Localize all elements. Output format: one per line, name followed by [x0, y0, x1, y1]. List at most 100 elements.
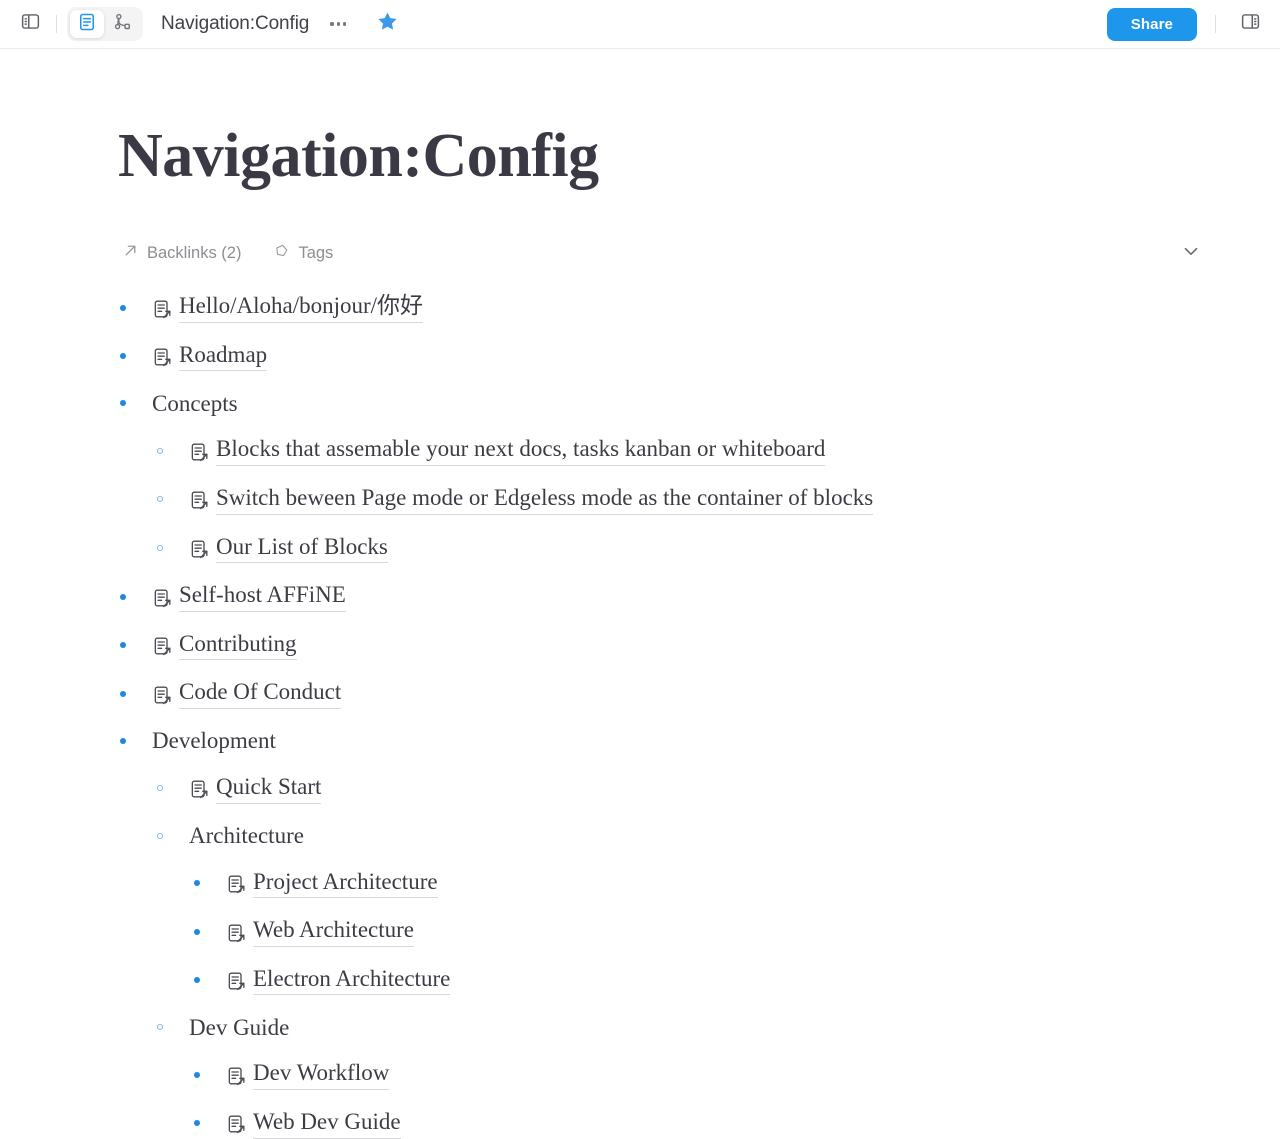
list-bullet	[194, 977, 216, 984]
outline-item-label: Architecture	[189, 822, 304, 848]
doc-reference-label: Quick Start	[216, 773, 322, 804]
doc-reference-label: Our List of Blocks	[216, 533, 388, 564]
outline-item-content: Contributing	[142, 630, 297, 661]
linked-doc-icon	[152, 299, 172, 319]
app-header: Navigation:Config Share	[0, 0, 1280, 49]
doc-reference-link[interactable]: Electron Architecture	[216, 965, 451, 996]
doc-reference-link[interactable]: Our List of Blocks	[179, 533, 388, 564]
outline-item-content: Electron Architecture	[216, 965, 451, 996]
bullet-dot-icon	[120, 690, 126, 697]
linked-doc-icon	[189, 490, 209, 510]
outline-item: Dev Guide	[120, 1013, 1280, 1041]
outline-item-content: Code Of Conduct	[142, 678, 342, 710]
doc-reference-link[interactable]: Code Of Conduct	[142, 678, 342, 710]
list-bullet	[120, 738, 142, 745]
tags-button[interactable]: Tags	[273, 242, 333, 264]
outline-item-content: Hello/Aloha/bonjour/你好	[142, 292, 424, 323]
outline-item-content: Dev Workflow	[216, 1059, 390, 1091]
doc-reference-link[interactable]: Roadmap	[142, 341, 268, 372]
doc-reference-label: Self-host AFFiNE	[179, 581, 346, 612]
left-panel-icon	[20, 11, 41, 37]
bullet-dot-icon	[194, 977, 200, 984]
page-mode-icon	[77, 12, 97, 37]
doc-reference-link[interactable]: Self-host AFFiNE	[142, 581, 346, 612]
outline-item: Concepts	[120, 389, 1280, 417]
doc-reference-link[interactable]: Blocks that assemable your next docs, ta…	[179, 435, 826, 467]
doc-reference-link[interactable]: Web Architecture	[216, 916, 414, 947]
outline-item-label: Development	[152, 728, 276, 754]
meta-collapse-button[interactable]	[1180, 240, 1202, 267]
doc-reference-label: Hello/Aloha/bonjour/你好	[179, 292, 424, 323]
left-sidebar-toggle-button[interactable]	[14, 8, 46, 40]
outline-item: Our List of Blocks	[120, 533, 1280, 564]
list-bullet	[157, 785, 179, 792]
linked-doc-icon	[226, 923, 246, 943]
linked-doc-icon	[152, 685, 172, 705]
outline-item-content: Self-host AFFiNE	[142, 581, 346, 612]
bullet-dot-icon	[120, 593, 126, 600]
doc-reference-link[interactable]: Quick Start	[179, 773, 322, 804]
bullet-circle-icon	[157, 496, 163, 503]
outline-item-content: Concepts	[142, 390, 238, 418]
outline-item: Contributing	[120, 630, 1280, 661]
doc-reference-link[interactable]: Switch beween Page mode or Edgeless mode…	[179, 484, 874, 515]
doc-reference-link[interactable]: Project Architecture	[216, 868, 438, 899]
share-button[interactable]: Share	[1106, 7, 1197, 41]
doc-reference-link[interactable]: Web Dev Guide	[216, 1108, 401, 1139]
bullet-circle-icon	[157, 1024, 163, 1031]
edgeless-mode-button[interactable]	[106, 10, 140, 38]
doc-reference-link[interactable]: Dev Workflow	[216, 1059, 390, 1091]
outline-item-content: Development	[142, 727, 276, 755]
doc-reference-label: Electron Architecture	[253, 965, 451, 996]
outline-item-content: Web Architecture	[216, 916, 414, 947]
tag-icon	[273, 242, 290, 264]
backlinks-label: Backlinks (2)	[147, 243, 242, 262]
doc-reference-link[interactable]: Contributing	[142, 630, 297, 661]
bullet-dot-icon	[194, 1120, 200, 1127]
right-sidebar-toggle-button[interactable]	[1234, 8, 1266, 40]
outline-item: Code Of Conduct	[120, 678, 1280, 710]
outline-item: Electron Architecture	[120, 965, 1280, 996]
outline-item-content: Quick Start	[179, 773, 322, 804]
right-panel-icon	[1240, 11, 1261, 37]
bullet-dot-icon	[194, 879, 200, 886]
list-bullet	[120, 593, 142, 600]
outline-item-content: Web Dev Guide	[216, 1108, 401, 1139]
list-bullet	[120, 642, 142, 649]
list-bullet	[157, 544, 179, 551]
outline-list: Hello/Aloha/bonjour/你好 Roadmap Concepts B…	[0, 270, 1280, 1139]
outline-item: Web Architecture	[120, 916, 1280, 947]
backlinks-toggle[interactable]: Backlinks (2)	[122, 242, 241, 264]
linked-doc-icon	[226, 1066, 246, 1086]
list-bullet	[194, 928, 216, 935]
outline-item: Web Dev Guide	[120, 1108, 1280, 1139]
linked-doc-icon	[152, 636, 172, 656]
list-bullet	[120, 690, 142, 697]
list-bullet	[157, 496, 179, 503]
arrow-up-right-icon	[122, 242, 139, 264]
linked-doc-icon	[226, 971, 246, 991]
doc-reference-label: Blocks that assemable your next docs, ta…	[216, 435, 826, 467]
bullet-circle-icon	[157, 447, 163, 454]
list-bullet	[194, 1071, 216, 1078]
bullet-dot-icon	[120, 738, 126, 745]
linked-doc-icon	[152, 347, 172, 367]
list-bullet	[120, 400, 142, 407]
doc-reference-link[interactable]: Hello/Aloha/bonjour/你好	[142, 292, 424, 323]
list-bullet	[194, 1120, 216, 1127]
outline-item: Switch beween Page mode or Edgeless mode…	[120, 484, 1280, 515]
more-options-icon	[336, 22, 340, 26]
outline-item-content: Switch beween Page mode or Edgeless mode…	[179, 484, 874, 515]
more-options-icon	[343, 22, 347, 26]
bullet-dot-icon	[194, 1071, 200, 1078]
breadcrumb-title[interactable]: Navigation:Config	[161, 13, 309, 35]
favorite-button[interactable]	[371, 8, 403, 40]
outline-item: Self-host AFFiNE	[120, 581, 1280, 612]
outline-item-content: Project Architecture	[216, 868, 438, 899]
page-mode-button[interactable]	[70, 10, 104, 38]
doc-reference-label: Dev Workflow	[253, 1059, 390, 1091]
more-options-button[interactable]	[323, 9, 353, 39]
outline-item: Quick Start	[120, 773, 1280, 804]
tags-label: Tags	[298, 243, 334, 262]
outline-item: Roadmap	[120, 341, 1280, 372]
